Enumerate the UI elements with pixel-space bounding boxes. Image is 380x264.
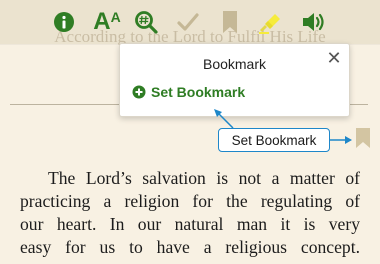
font-size-label: A — [93, 8, 111, 35]
body-line: our heart. In our natural man it is very — [20, 214, 360, 234]
speaker-icon[interactable] — [300, 8, 330, 36]
font-size-superscript: A — [110, 9, 121, 25]
popup-title: Bookmark — [202, 56, 267, 72]
info-icon[interactable] — [49, 8, 79, 36]
close-icon[interactable]: ✕ — [325, 49, 343, 67]
search-icon[interactable] — [131, 8, 161, 36]
bookmark-icon[interactable] — [215, 8, 245, 36]
set-bookmark-label: Set Bookmark — [151, 84, 246, 100]
check-icon[interactable] — [173, 8, 203, 36]
add-circle-icon — [132, 85, 146, 99]
set-bookmark-button[interactable]: Set Bookmark — [132, 84, 245, 100]
highlighter-icon[interactable] — [255, 8, 285, 36]
set-bookmark-callout: Set Bookmark — [218, 128, 330, 152]
body-line: easy for us to have a religious concept. — [20, 237, 360, 257]
bookmark-popup: Bookmark ✕ Set Bookmark — [119, 43, 350, 117]
bookmark-marker-icon[interactable] — [356, 128, 370, 148]
body-line: The Lord’s salvation is not a matter of — [48, 168, 360, 188]
font-size-icon[interactable]: AA — [90, 8, 124, 36]
callout-label: Set Bookmark — [231, 132, 317, 148]
body-paragraph: The Lord’s salvation is not a matter of … — [20, 167, 360, 259]
body-line: practicing a religion for the regulating… — [20, 191, 360, 211]
